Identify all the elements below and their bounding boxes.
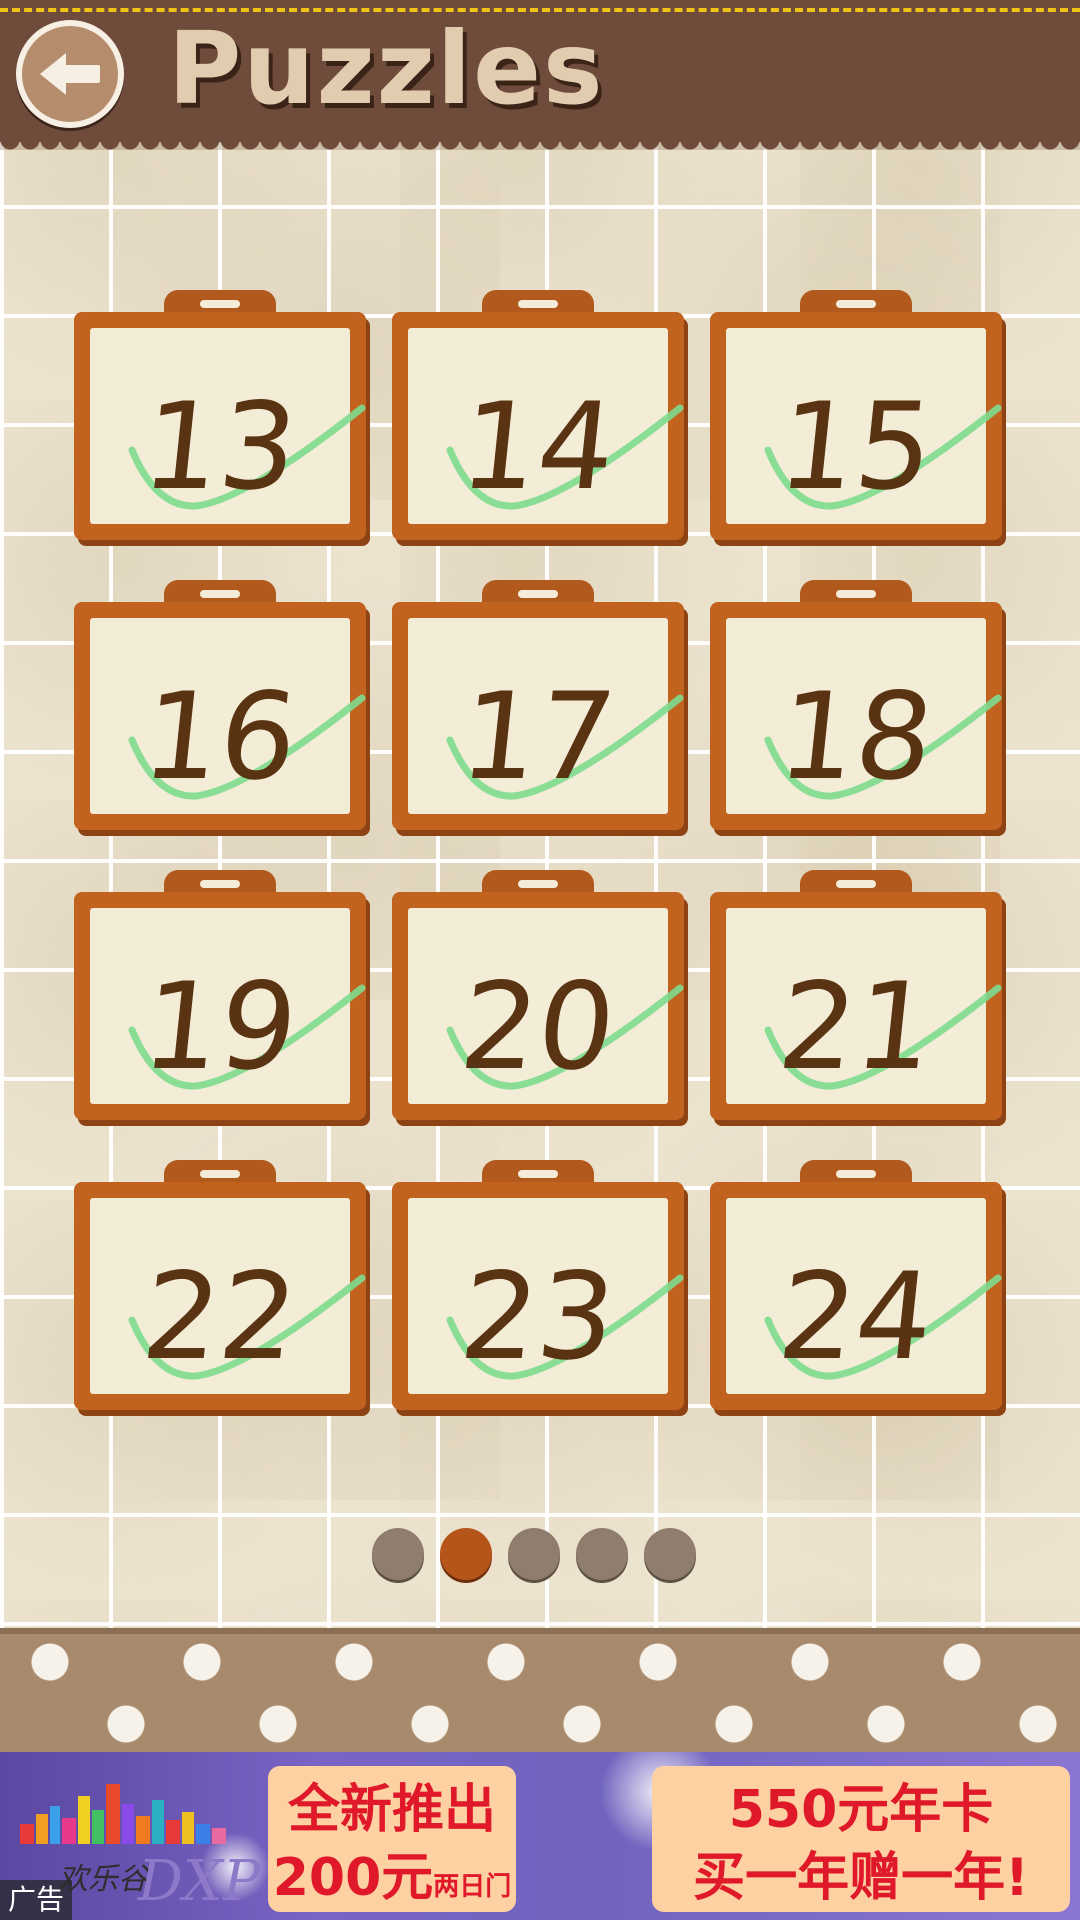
level-card-14[interactable]: 14: [392, 290, 684, 540]
level-number: 24: [772, 1248, 940, 1387]
ad-promo-ticket-price: 200元两日门票: [272, 1848, 512, 1908]
level-card-paper: 18: [726, 618, 1002, 814]
level-card-23[interactable]: 23: [392, 1160, 684, 1410]
page-dot[interactable]: [644, 1528, 696, 1580]
level-card-frame: 24: [710, 1182, 1002, 1410]
page-dot[interactable]: [508, 1528, 560, 1580]
level-card-paper: 20: [408, 908, 684, 1104]
level-number: 14: [454, 378, 622, 517]
level-card-paper: 13: [90, 328, 366, 524]
ad-promo-annual-price: 550元年卡: [728, 1780, 994, 1840]
arrow-left-icon: [38, 49, 102, 99]
level-card-frame: 23: [392, 1182, 684, 1410]
level-card-paper: 17: [408, 618, 684, 814]
level-grid: 13 14 15 16 17 18 19 20 21 22 23 24: [74, 290, 1004, 1410]
level-number: 18: [772, 668, 940, 807]
ad-promo-annual-offer: 买一年赠一年!: [693, 1848, 1029, 1908]
level-card-frame: 14: [392, 312, 684, 540]
page-dot-active[interactable]: [440, 1528, 492, 1580]
skyline-icon: [20, 1784, 226, 1844]
level-card-frame: 13: [74, 312, 366, 540]
level-card-20[interactable]: 20: [392, 870, 684, 1120]
ad-banner[interactable]: 欢乐谷 DXP 全新推出 200元两日门票 550元年卡 买一年赠一年! 广告: [0, 1752, 1080, 1920]
level-number: 22: [136, 1248, 304, 1387]
level-card-paper: 15: [726, 328, 1002, 524]
ad-logo-brand: DXP: [138, 1849, 261, 1914]
level-card-paper: 21: [726, 908, 1002, 1104]
level-number: 15: [772, 378, 940, 517]
level-card-frame: 17: [392, 602, 684, 830]
level-card-24[interactable]: 24: [710, 1160, 1002, 1410]
level-card-19[interactable]: 19: [74, 870, 366, 1120]
level-card-15[interactable]: 15: [710, 290, 1002, 540]
header-bar: Puzzles: [0, 0, 1080, 156]
level-card-frame: 20: [392, 892, 684, 1120]
level-card-13[interactable]: 13: [74, 290, 366, 540]
level-number: 17: [454, 668, 622, 807]
ad-promo-annual-card: 550元年卡 买一年赠一年!: [652, 1766, 1070, 1912]
level-card-16[interactable]: 16: [74, 580, 366, 830]
level-card-paper: 14: [408, 328, 684, 524]
level-card-paper: 23: [408, 1198, 684, 1394]
level-card-22[interactable]: 22: [74, 1160, 366, 1410]
level-card-17[interactable]: 17: [392, 580, 684, 830]
level-card-paper: 24: [726, 1198, 1002, 1394]
page-title: Puzzles: [168, 10, 605, 127]
ad-promo-ticket-headline: 全新推出: [287, 1780, 496, 1840]
page-indicator: [372, 1528, 696, 1580]
level-card-frame: 18: [710, 602, 1002, 830]
level-number: 16: [136, 668, 304, 807]
level-card-paper: 22: [90, 1198, 366, 1394]
level-number: 23: [454, 1248, 622, 1387]
ad-promo-ticket: 全新推出 200元两日门票: [268, 1766, 516, 1912]
ad-label: 广告: [0, 1880, 73, 1920]
level-number: 13: [136, 378, 304, 517]
level-card-frame: 16: [74, 602, 366, 830]
level-card-frame: 22: [74, 1182, 366, 1410]
level-card-paper: 19: [90, 908, 366, 1104]
back-button[interactable]: [16, 20, 124, 128]
level-number: 20: [454, 958, 622, 1097]
level-card-paper: 16: [90, 618, 366, 814]
level-number: 19: [136, 958, 304, 1097]
polka-dot-band: [0, 1628, 1080, 1752]
level-card-frame: 19: [74, 892, 366, 1120]
level-card-21[interactable]: 21: [710, 870, 1002, 1120]
level-card-18[interactable]: 18: [710, 580, 1002, 830]
page-dot[interactable]: [576, 1528, 628, 1580]
level-card-frame: 15: [710, 312, 1002, 540]
level-number: 21: [772, 958, 940, 1097]
page-dot[interactable]: [372, 1528, 424, 1580]
level-card-frame: 21: [710, 892, 1002, 1120]
puzzle-level-select-screen: Puzzles 13 14 15 16 17 18 19 20 21 22 23 24: [0, 0, 1080, 1920]
